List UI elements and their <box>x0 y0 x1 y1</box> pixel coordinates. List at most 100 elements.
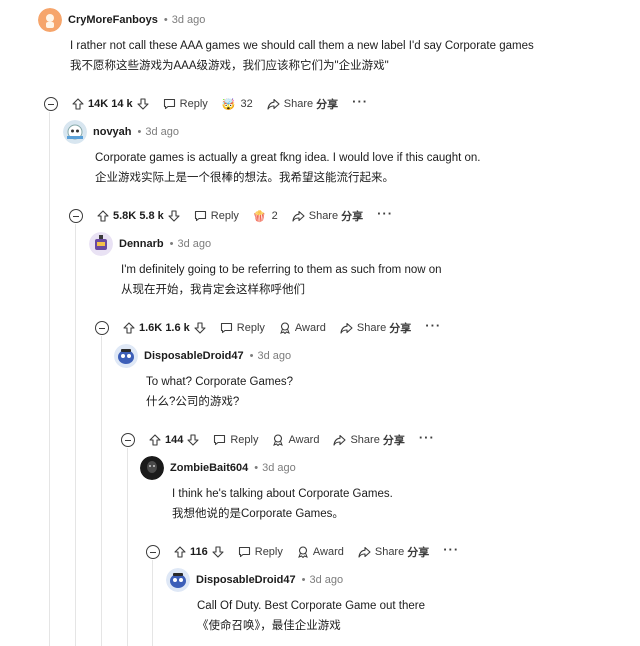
more-options-icon[interactable]: ··· <box>425 318 441 333</box>
comment-actions: 116 Reply Award Share 分享 ··· <box>146 540 459 564</box>
vote-count: 116 <box>190 546 208 558</box>
comment-text-original: I'm definitely going to be referring to … <box>121 264 442 276</box>
user-avatar[interactable] <box>166 568 190 592</box>
upvote-icon[interactable] <box>97 210 109 222</box>
comment-author[interactable]: Dennarb <box>119 238 164 250</box>
user-avatar[interactable] <box>38 8 62 32</box>
share-button[interactable]: Share 分享 <box>340 320 411 336</box>
share-button[interactable]: Share 分享 <box>267 96 338 112</box>
collapse-thread-button[interactable] <box>69 209 83 223</box>
comment-author[interactable]: CryMoreFanboys <box>68 14 158 26</box>
comment-bubble-icon <box>238 546 250 558</box>
award-icon <box>273 434 284 446</box>
upvote-icon[interactable] <box>123 322 135 334</box>
share-arrow-icon <box>358 546 371 558</box>
vote-count: 1.6K 1.6 k <box>139 322 190 334</box>
comment-actions: 14K 14 k Reply 🤯 32 Share 分享 ··· <box>44 92 368 116</box>
reply-button[interactable]: Reply <box>194 210 239 222</box>
vote-count: 144 <box>165 434 184 446</box>
comment-timestamp[interactable]: 3d ago <box>262 462 296 474</box>
share-arrow-icon <box>333 434 347 446</box>
awards-button[interactable]: 🍿 2 <box>253 210 278 223</box>
comment-body: Call Of Duty. Best Corporate Game out th… <box>197 596 425 636</box>
comment-bubble-icon <box>220 322 232 334</box>
thread-line[interactable] <box>101 336 102 646</box>
vote-group: 144 <box>149 434 199 446</box>
comment-timestamp[interactable]: 3d ago <box>310 574 344 586</box>
award-button[interactable]: Award <box>279 322 326 334</box>
award-icon <box>280 322 290 334</box>
comment-timestamp[interactable]: 3d ago <box>258 350 292 362</box>
comment-text-original: I rather not call these AAA games we sho… <box>70 40 534 52</box>
comment-text-original: Call Of Duty. Best Corporate Game out th… <box>197 600 425 612</box>
comment-text-translation: 我想他说的是Corporate Games。 <box>172 508 344 520</box>
comment-body: Corporate games is actually a great fkng… <box>95 148 480 188</box>
reply-button[interactable]: Reply <box>163 98 208 110</box>
downvote-icon[interactable] <box>212 546 224 558</box>
comment-author[interactable]: ZombieBait604 <box>170 462 248 474</box>
vote-count: 5.8K 5.8 k <box>113 210 164 222</box>
comment-timestamp[interactable]: 3d ago <box>145 126 179 138</box>
separator: • <box>137 126 142 138</box>
comment-bubble-icon <box>214 434 226 446</box>
comment-timestamp[interactable]: 3d ago <box>172 14 206 26</box>
comment-body: To what? Corporate Games? 什么?公司的游戏? <box>146 372 293 412</box>
separator: • <box>169 238 174 250</box>
comment-text-translation: 我不愿称这些游戏为AAA级游戏，我们应该称它们为"企业游戏" <box>70 60 389 72</box>
comment-text-translation: 从现在开始，我肯定会这样称呼他们 <box>121 284 305 296</box>
comment-author[interactable]: novyah <box>93 126 132 138</box>
comment-text-translation: 什么?公司的游戏? <box>146 396 240 408</box>
share-button[interactable]: Share 分享 <box>292 208 363 224</box>
collapse-thread-button[interactable] <box>95 321 109 335</box>
more-options-icon[interactable]: ··· <box>377 206 393 221</box>
share-arrow-icon <box>340 322 353 334</box>
collapse-thread-button[interactable] <box>146 545 160 559</box>
downvote-icon[interactable] <box>137 98 149 110</box>
popcorn-award-icon: 🍿 <box>252 210 267 223</box>
downvote-icon[interactable] <box>194 322 206 334</box>
upvote-icon[interactable] <box>72 98 84 110</box>
comment-text-original: I think he's talking about Corporate Gam… <box>172 488 393 500</box>
share-button[interactable]: Share 分享 <box>358 544 429 560</box>
more-options-icon[interactable]: ··· <box>419 430 435 445</box>
vote-count: 14K 14 k <box>88 98 133 110</box>
reply-button[interactable]: Reply <box>220 322 265 334</box>
comment-timestamp[interactable]: 3d ago <box>177 238 211 250</box>
comment-text-original: Corporate games is actually a great fkng… <box>95 152 481 164</box>
user-avatar[interactable] <box>114 344 138 368</box>
comment-text-original: To what? Corporate Games? <box>146 376 294 388</box>
share-button[interactable]: Share 分享 <box>333 432 405 448</box>
thread-line[interactable] <box>49 112 50 646</box>
collapse-thread-button[interactable] <box>121 433 135 447</box>
comment-body: I rather not call these AAA games we sho… <box>70 36 534 76</box>
comment-text-translation: 《使命召唤》，最佳企业游戏 <box>197 620 341 632</box>
downvote-icon[interactable] <box>168 210 180 222</box>
award-button[interactable]: Award <box>272 434 319 446</box>
user-avatar[interactable] <box>63 120 87 144</box>
comment-bubble-icon <box>163 98 175 110</box>
upvote-icon[interactable] <box>149 434 161 446</box>
user-avatar[interactable] <box>89 232 113 256</box>
user-avatar[interactable] <box>140 456 164 480</box>
comment-author[interactable]: DisposableDroid47 <box>196 574 296 586</box>
more-options-icon[interactable]: ··· <box>352 94 368 109</box>
vote-group: 14K 14 k <box>72 98 149 110</box>
thread-line[interactable] <box>152 560 153 646</box>
thread-line[interactable] <box>127 448 128 646</box>
awards-button[interactable]: 🤯 32 <box>222 98 253 111</box>
share-arrow-icon <box>292 210 305 222</box>
upvote-icon[interactable] <box>174 546 186 558</box>
separator: • <box>301 574 306 586</box>
awards-emoji-icon: 🤯 <box>221 98 236 111</box>
thread-line[interactable] <box>75 224 76 646</box>
reply-button[interactable]: Reply <box>238 546 283 558</box>
more-options-icon[interactable]: ··· <box>443 542 459 557</box>
reply-button[interactable]: Reply <box>213 434 258 446</box>
downvote-icon[interactable] <box>187 434 199 446</box>
award-button[interactable]: Award <box>297 546 344 558</box>
separator: • <box>254 462 259 474</box>
comment-bubble-icon <box>194 210 206 222</box>
comment-body: I'm definitely going to be referring to … <box>121 260 442 300</box>
comment-author[interactable]: DisposableDroid47 <box>144 350 244 362</box>
collapse-thread-button[interactable] <box>44 97 58 111</box>
